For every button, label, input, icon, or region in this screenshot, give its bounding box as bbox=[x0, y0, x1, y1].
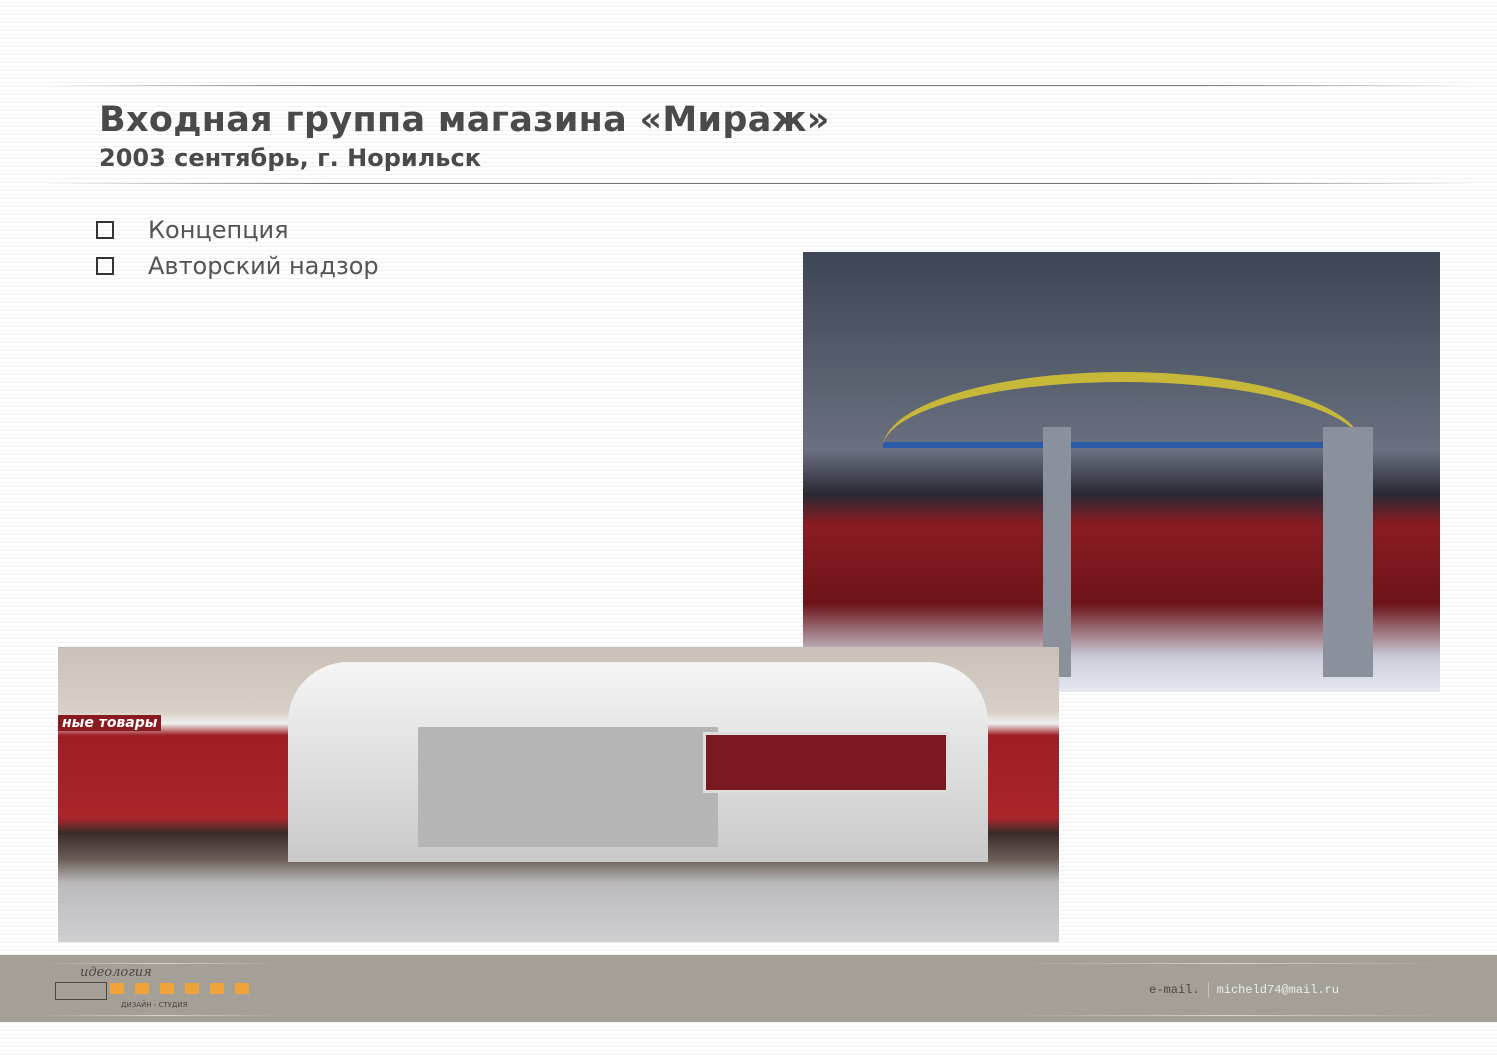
divider bbox=[1207, 982, 1209, 998]
render-sign: ные товары bbox=[58, 715, 162, 731]
advert-board bbox=[703, 732, 949, 793]
top-rule bbox=[40, 85, 1477, 86]
checkbox-empty-icon bbox=[96, 221, 114, 239]
entry-inner bbox=[418, 727, 718, 847]
logo-script: идеология bbox=[80, 965, 152, 980]
footer-line bbox=[40, 963, 280, 964]
bullet-label: Концепция bbox=[148, 216, 289, 244]
email-label: e-mail. bbox=[1149, 983, 1200, 997]
email-link[interactable]: micheld74@mail.ru bbox=[1217, 983, 1339, 997]
column-shape bbox=[1043, 427, 1071, 677]
checkbox-empty-icon bbox=[96, 257, 114, 275]
entrance-render-image: ные товары bbox=[58, 647, 1059, 942]
email-contact: e-mail. micheld74@mail.ru bbox=[1149, 982, 1339, 998]
list-item: Концепция bbox=[96, 212, 379, 248]
column-shape bbox=[1323, 427, 1373, 677]
footer-line bbox=[1010, 963, 1450, 964]
studio-logo: идеология ДИЗАЙН - СТУДИЯ bbox=[55, 965, 270, 1012]
entrance-photo bbox=[803, 252, 1440, 692]
logo-letters bbox=[110, 983, 249, 994]
footer-line bbox=[1010, 1015, 1450, 1016]
logo-mark bbox=[55, 982, 107, 1000]
list-item: Авторский надзор bbox=[96, 248, 379, 284]
footer: идеология ДИЗАЙН - СТУДИЯ e-mail. michel… bbox=[0, 955, 1497, 1022]
canopy-shape bbox=[883, 372, 1363, 448]
title-rule bbox=[40, 183, 1477, 184]
footer-line bbox=[40, 1015, 280, 1016]
bullet-list: Концепция Авторский надзор bbox=[96, 212, 379, 284]
page-subtitle: 2003 сентябрь, г. Норильск bbox=[99, 144, 481, 172]
bullet-label: Авторский надзор bbox=[148, 252, 379, 280]
page-title: Входная группа магазина «Мираж» bbox=[99, 100, 830, 140]
logo-studio: ДИЗАЙН - СТУДИЯ bbox=[121, 1001, 188, 1009]
